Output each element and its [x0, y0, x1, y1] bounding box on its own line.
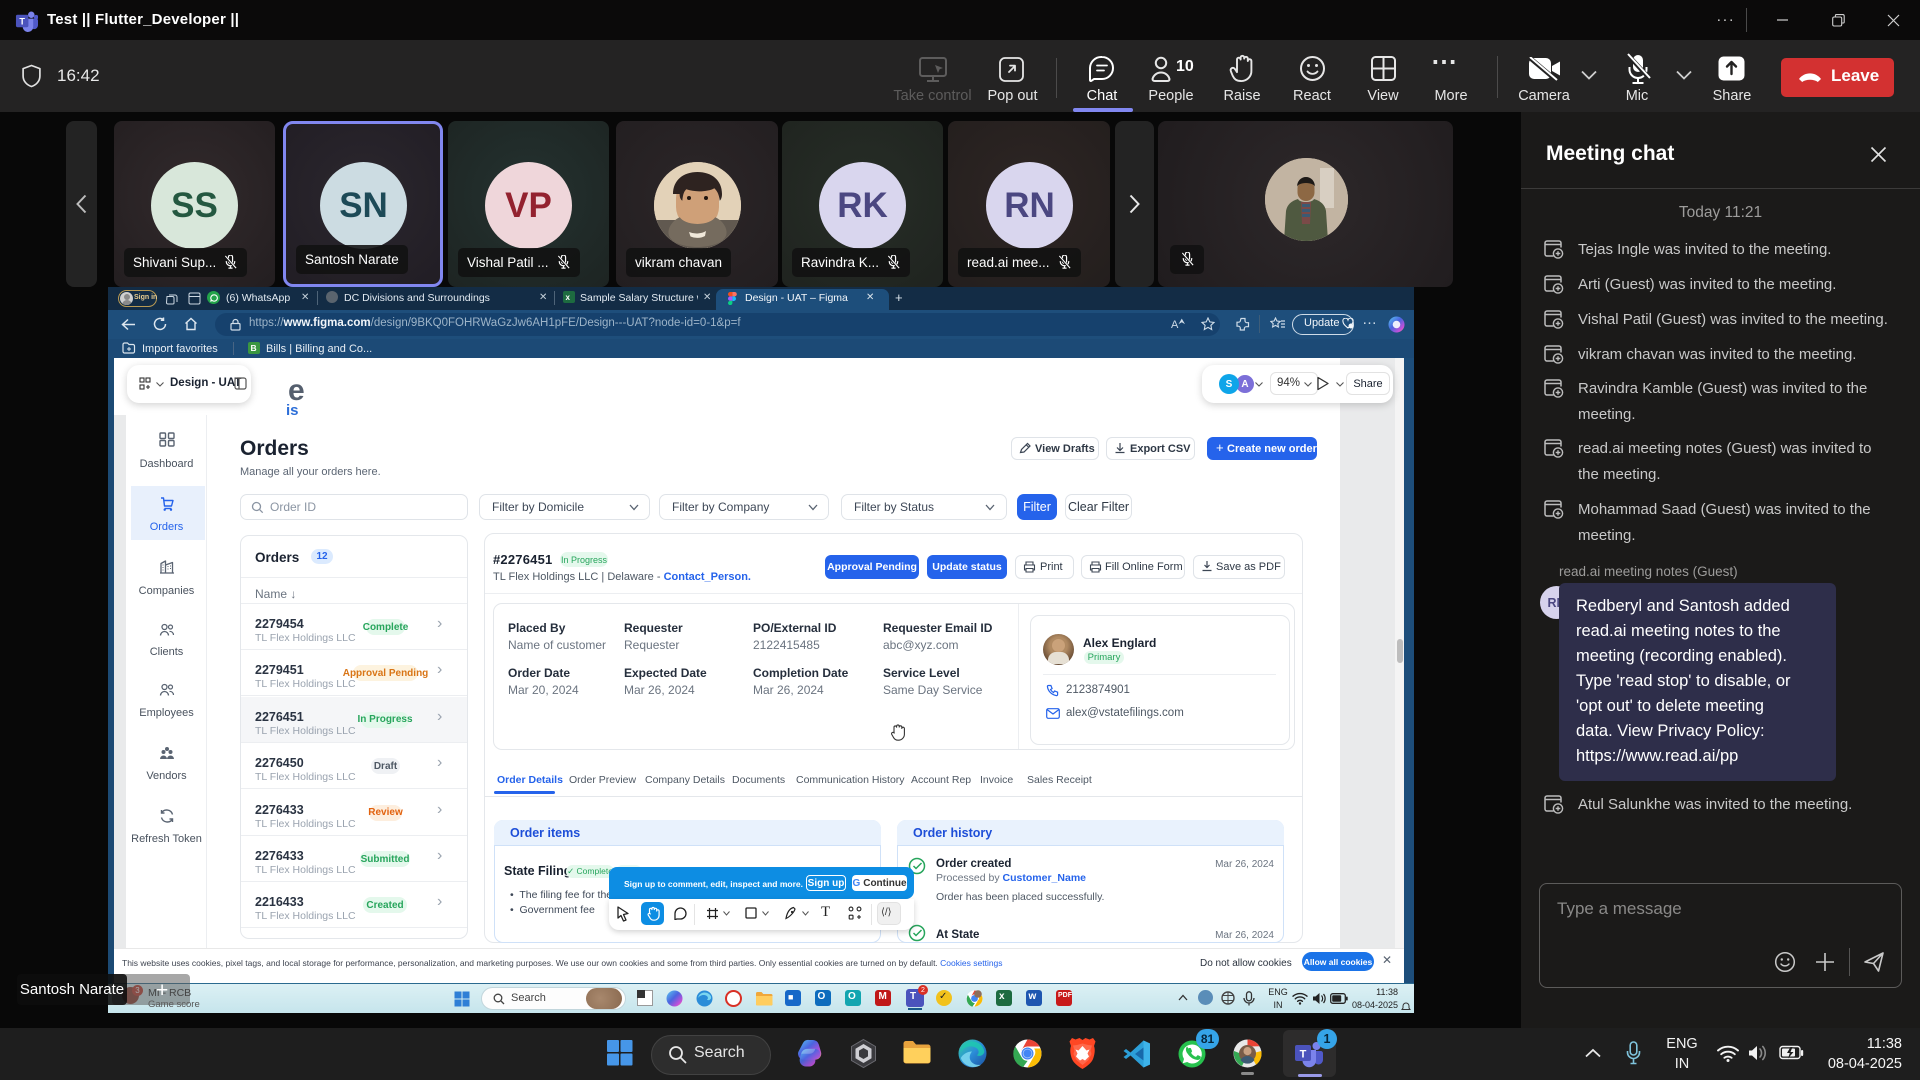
- svg-text:T: T: [19, 16, 25, 26]
- svg-text:T: T: [1300, 1049, 1307, 1061]
